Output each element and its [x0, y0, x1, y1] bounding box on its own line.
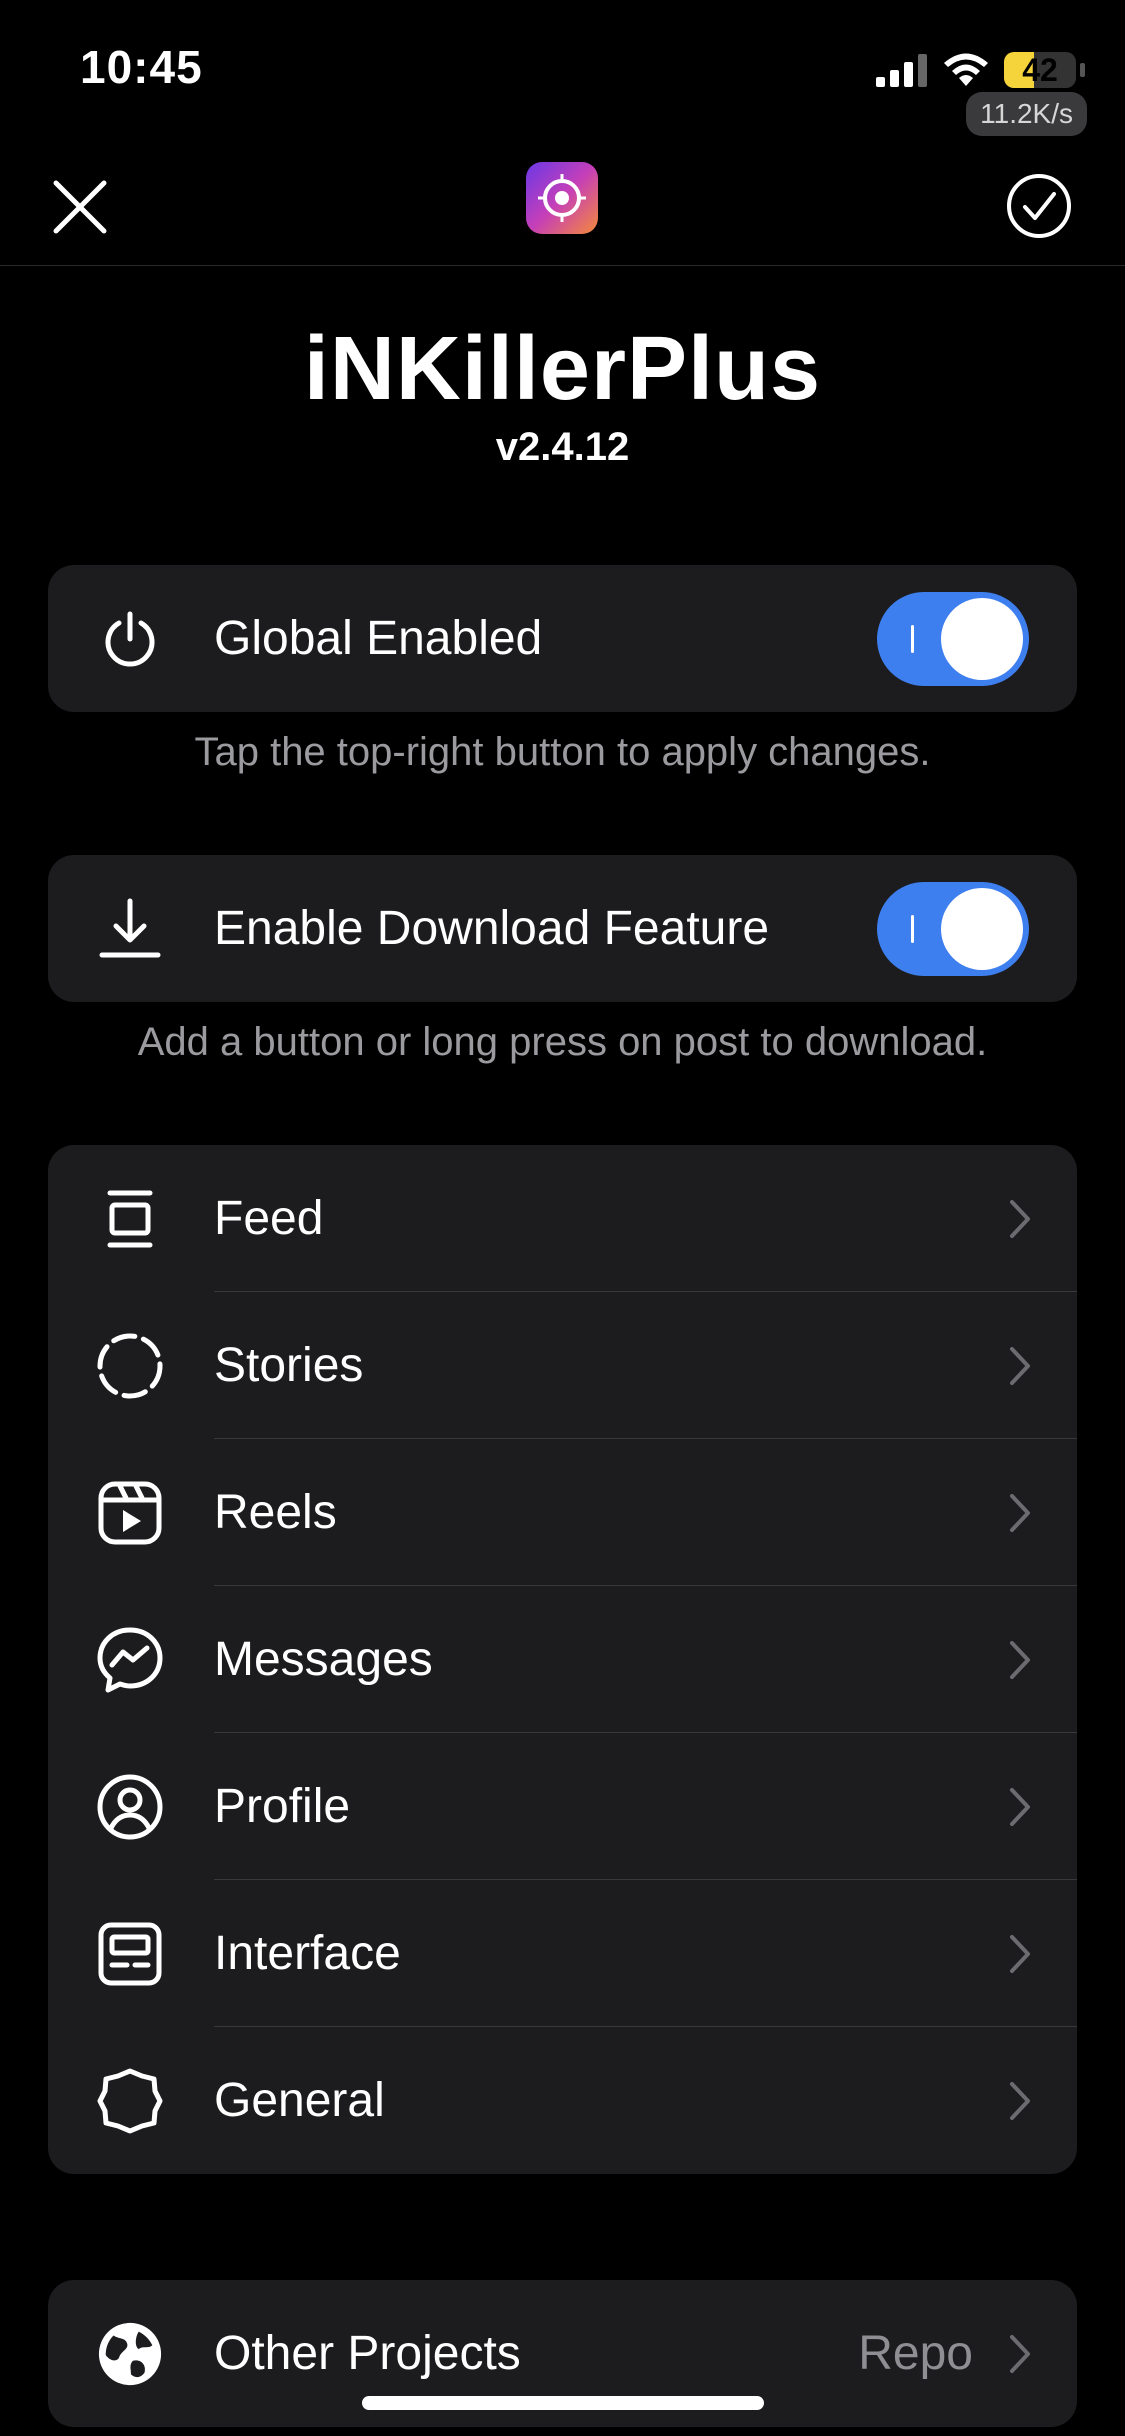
toggle-knob	[941, 887, 1023, 970]
menu-item-label: Reels	[214, 1486, 337, 1539]
toggle-on-mark	[911, 624, 914, 653]
menu-item-label: Messages	[214, 1633, 433, 1686]
menu-item-label: Interface	[214, 1927, 401, 1980]
gear-icon	[96, 2067, 164, 2135]
status-bar: 10:45 42 11.2K/s	[0, 0, 1125, 150]
battery-level: 42	[1022, 52, 1058, 88]
profile-icon	[96, 1773, 164, 1841]
chevron-right-icon	[1010, 1199, 1030, 1238]
chevron-right-icon	[1010, 1640, 1030, 1679]
close-icon[interactable]	[48, 175, 112, 239]
download-icon	[96, 895, 164, 963]
power-icon	[96, 605, 164, 673]
stories-icon	[96, 1332, 164, 1400]
menu-item-label: General	[214, 2074, 385, 2127]
status-icons: 42	[876, 45, 1085, 95]
interface-icon	[96, 1920, 164, 1988]
app-version: v2.4.12	[495, 425, 630, 469]
global-enabled-label: Global Enabled	[214, 612, 543, 665]
toggle-knob	[941, 597, 1023, 680]
other-projects-label: Other Projects	[214, 2327, 521, 2380]
instagram-app-icon	[526, 162, 598, 234]
signal-icon	[876, 54, 927, 87]
download-row[interactable]: Enable Download Feature	[48, 855, 1077, 1002]
menu-item-label: Feed	[214, 1192, 324, 1245]
chevron-right-icon	[1010, 2081, 1030, 2120]
menu-item-stories[interactable]: Stories	[48, 1292, 1077, 1439]
status-time: 10:45	[80, 41, 203, 93]
messenger-icon	[96, 1626, 164, 1694]
download-label: Enable Download Feature	[214, 902, 770, 955]
wifi-icon	[944, 53, 988, 86]
other-projects-value: Repo	[858, 2327, 973, 2380]
menu-item-reels[interactable]: Reels	[48, 1439, 1077, 1586]
battery-icon: 42	[1004, 52, 1076, 88]
chevron-right-icon	[1010, 1493, 1030, 1532]
download-card: Enable Download Feature	[48, 855, 1077, 1002]
global-enabled-row[interactable]: Global Enabled	[48, 565, 1077, 712]
chevron-right-icon	[1010, 1346, 1030, 1385]
global-enabled-card: Global Enabled	[48, 565, 1077, 712]
menu-item-label: Stories	[214, 1339, 364, 1392]
globe-icon	[96, 2320, 164, 2388]
menu-item-general[interactable]: General	[48, 2027, 1077, 2174]
menu-item-profile[interactable]: Profile	[48, 1733, 1077, 1880]
chevron-right-icon	[1010, 2334, 1030, 2373]
menu-item-feed[interactable]: Feed	[48, 1145, 1077, 1292]
home-indicator	[362, 2396, 764, 2410]
battery-cap	[1080, 63, 1085, 77]
global-enabled-toggle[interactable]	[877, 591, 1029, 686]
page-title: iNKillerPlus	[303, 319, 822, 419]
chevron-right-icon	[1010, 1787, 1030, 1826]
feed-icon	[96, 1185, 164, 1253]
chevron-right-icon	[1010, 1934, 1030, 1973]
download-footer: Add a button or long press on post to do…	[137, 1020, 988, 1064]
nav-bar	[0, 150, 1125, 266]
reels-icon	[96, 1479, 164, 1547]
settings-menu: Feed Stories Reels Messages Profile Inte…	[48, 1145, 1077, 2174]
checkmark-circle-icon[interactable]	[1005, 172, 1073, 240]
download-toggle[interactable]	[877, 881, 1029, 976]
menu-item-messages[interactable]: Messages	[48, 1586, 1077, 1733]
menu-item-label: Profile	[214, 1780, 351, 1833]
menu-item-interface[interactable]: Interface	[48, 1880, 1077, 2027]
network-speed: 11.2K/s	[966, 92, 1087, 136]
global-enabled-footer: Tap the top-right button to apply change…	[194, 730, 931, 774]
toggle-on-mark	[911, 914, 914, 943]
